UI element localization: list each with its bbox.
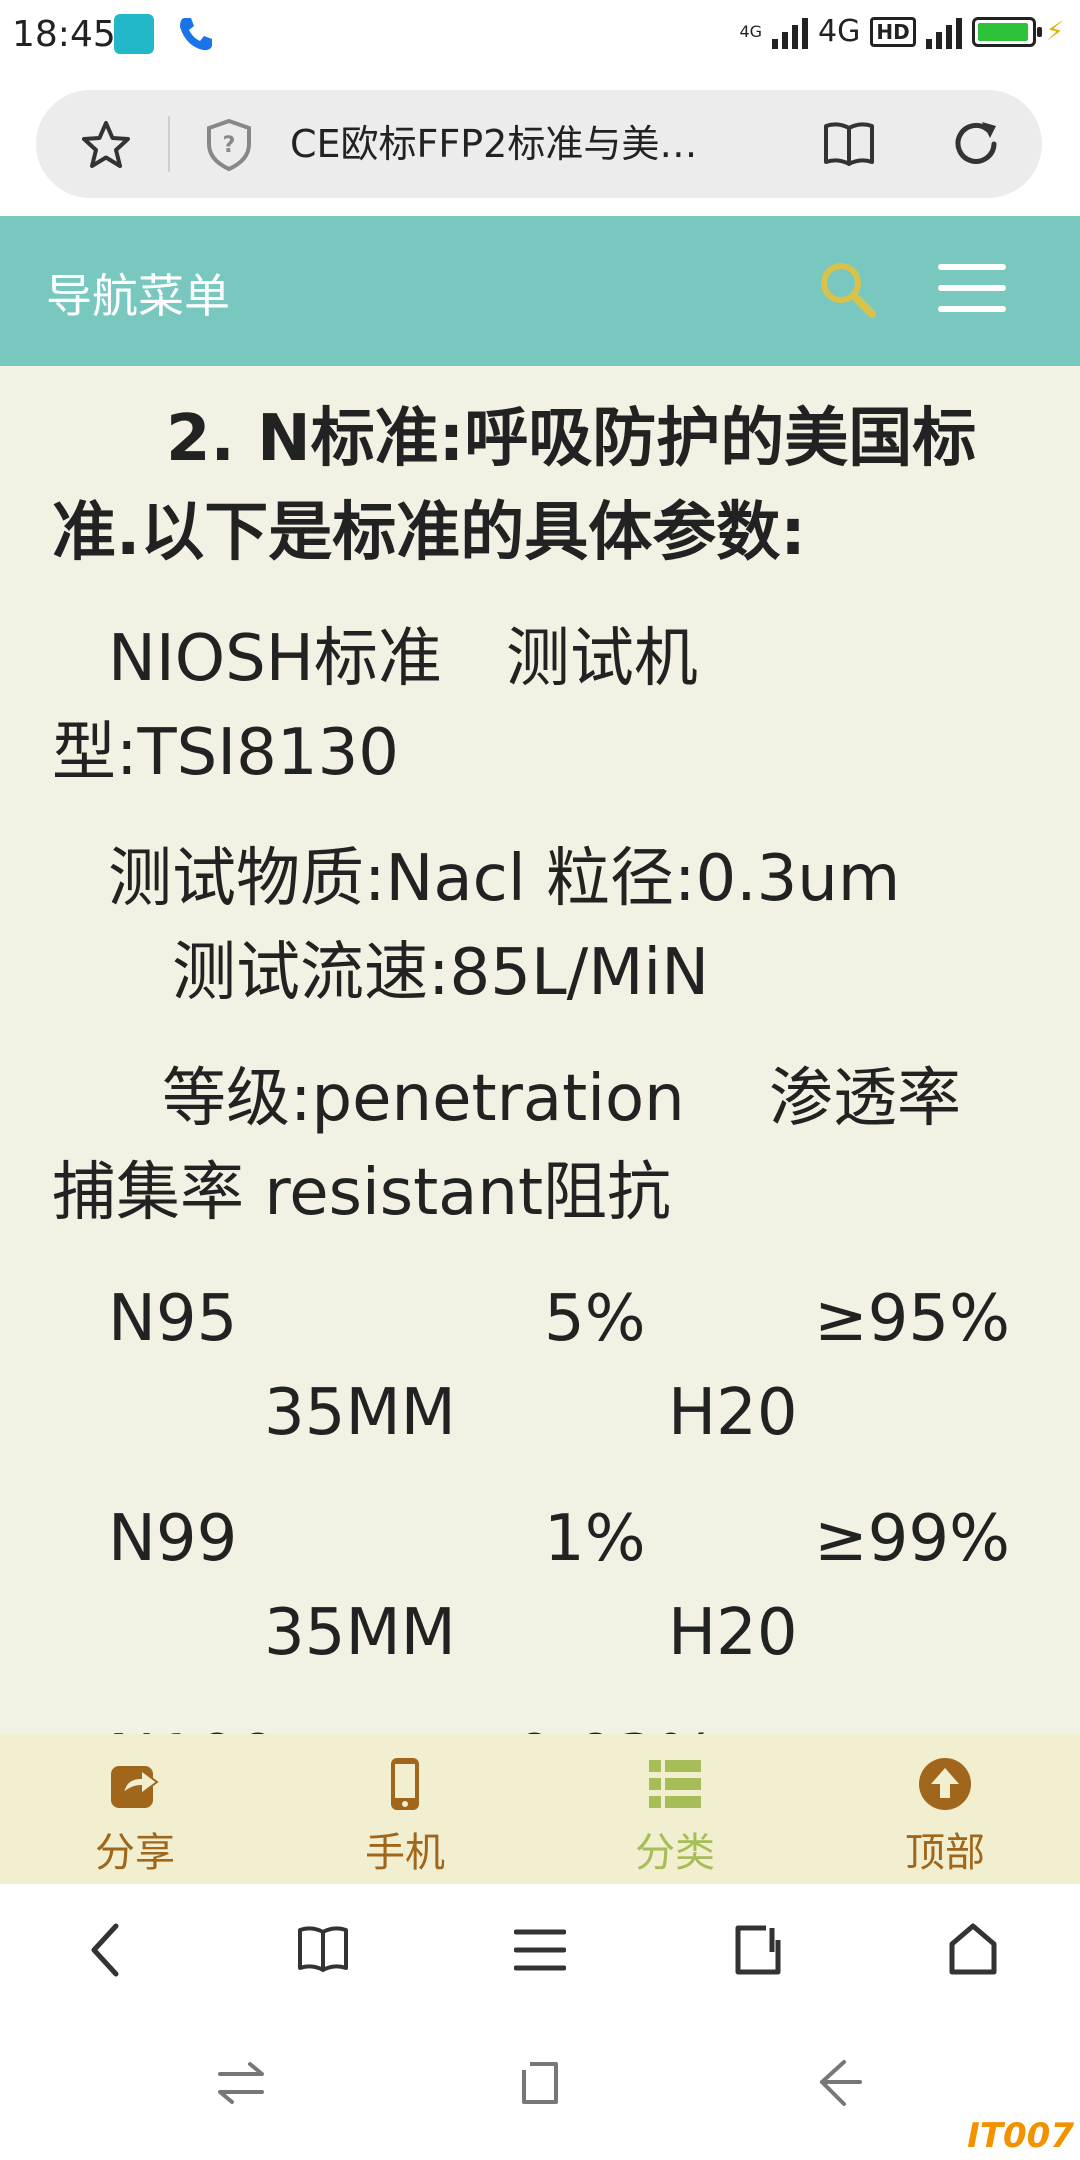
grade-cell: N99 <box>108 1502 238 1576</box>
url-divider <box>168 116 170 172</box>
article-paragraph-grades: 等级:penetration 渗透率 捕集率 resistant阻抗 <box>52 1062 962 1230</box>
category-list-icon <box>649 1760 701 1808</box>
page-tab-title[interactable]: CE欧标FFP2标准与美… <box>290 116 770 172</box>
browser-url-area: ? CE欧标FFP2标准与美… <box>0 76 1080 216</box>
signal-icon-2 <box>925 15 962 49</box>
nav-menu-title[interactable]: 导航菜单 <box>46 260 230 326</box>
network-type: 4G <box>818 14 861 49</box>
status-notification-icons <box>114 14 216 54</box>
screenshot-icon <box>114 14 154 54</box>
svg-text:?: ? <box>223 133 236 158</box>
resistance-cell: 35MM <box>264 1376 456 1450</box>
article-paragraph-test-material: 测试物质:Nacl 粒径:0.3um 测试流速:85L/MiN <box>108 842 901 1010</box>
bookmark-star-icon[interactable] <box>78 118 134 174</box>
unit-cell: H20 <box>668 1596 798 1670</box>
resistance-cell: 35MM <box>264 1596 456 1670</box>
penetration-cell: 5% <box>544 1282 646 1356</box>
charging-icon: ⚡ <box>1045 16 1064 47</box>
tabs-icon[interactable] <box>732 1924 784 1976</box>
menu-icon[interactable] <box>514 1928 566 1972</box>
search-icon[interactable] <box>816 258 878 320</box>
top-label: 顶部 <box>905 1830 985 1876</box>
category-label: 分类 <box>635 1830 715 1876</box>
hamburger-menu-icon[interactable] <box>938 264 1006 316</box>
capture-cell: ≥99% <box>814 1502 1010 1576</box>
browser-bottom-nav: IT007 <box>0 1884 1080 2160</box>
site-nav-header: 导航菜单 <box>0 216 1080 366</box>
capture-cell: ≥95% <box>814 1282 1010 1356</box>
article-paragraph-niosh: NIOSH标准 测试机型:TSI8130 <box>52 622 698 790</box>
grade-cell: N95 <box>108 1282 238 1356</box>
unit-cell: H20 <box>668 1376 798 1450</box>
site-watermark-logo: IT007 <box>967 2116 1074 2156</box>
status-bar: 18:45 4G 4G HD ⚡ <box>0 0 1080 76</box>
bookmarks-book-icon[interactable] <box>296 1924 350 1974</box>
back-icon[interactable] <box>86 1920 126 1980</box>
category-button[interactable]: 分类 <box>600 1756 750 1878</box>
back-to-top-button[interactable]: 顶部 <box>870 1756 1020 1878</box>
network-type-small: 4G <box>739 21 763 41</box>
system-home-icon[interactable] <box>518 2060 562 2106</box>
penetration-cell: 0.03% <box>514 1712 717 1734</box>
reader-mode-icon[interactable] <box>822 120 876 168</box>
home-icon[interactable] <box>948 1922 998 1976</box>
switch-apps-icon[interactable] <box>214 2060 268 2106</box>
battery-icon <box>971 16 1042 47</box>
refresh-icon[interactable] <box>948 116 1004 172</box>
status-time: 18:45 <box>12 14 116 55</box>
url-bar[interactable]: ? CE欧标FFP2标准与美… <box>36 90 1042 198</box>
share-button[interactable]: 分享 <box>60 1756 210 1878</box>
article-heading: 2. N标准:呼吸防护的美国标准.以下是标准的具体参数: <box>52 402 977 570</box>
signal-icon <box>772 15 809 49</box>
security-shield-icon[interactable]: ? <box>204 118 254 172</box>
article-content: 2. N标准:呼吸防护的美国标准.以下是标准的具体参数: NIOSH标准 测试机… <box>0 366 1080 1734</box>
arrow-up-circle-icon <box>919 1758 971 1810</box>
share-icon <box>111 1766 159 1808</box>
status-right-icons: 4G 4G HD ⚡ <box>739 14 1064 49</box>
call-icon <box>180 18 212 51</box>
mobile-button[interactable]: 手机 <box>330 1756 480 1878</box>
site-bottom-toolbar: 分享 手机 分类 顶部 <box>0 1734 1080 1884</box>
mobile-phone-icon <box>391 1758 419 1810</box>
mobile-label: 手机 <box>365 1830 445 1876</box>
share-label: 分享 <box>95 1830 175 1876</box>
system-back-icon[interactable] <box>816 2058 864 2108</box>
hd-icon: HD <box>870 16 916 47</box>
penetration-cell: 1% <box>544 1502 646 1576</box>
grade-cell: N100 <box>108 1712 278 1734</box>
